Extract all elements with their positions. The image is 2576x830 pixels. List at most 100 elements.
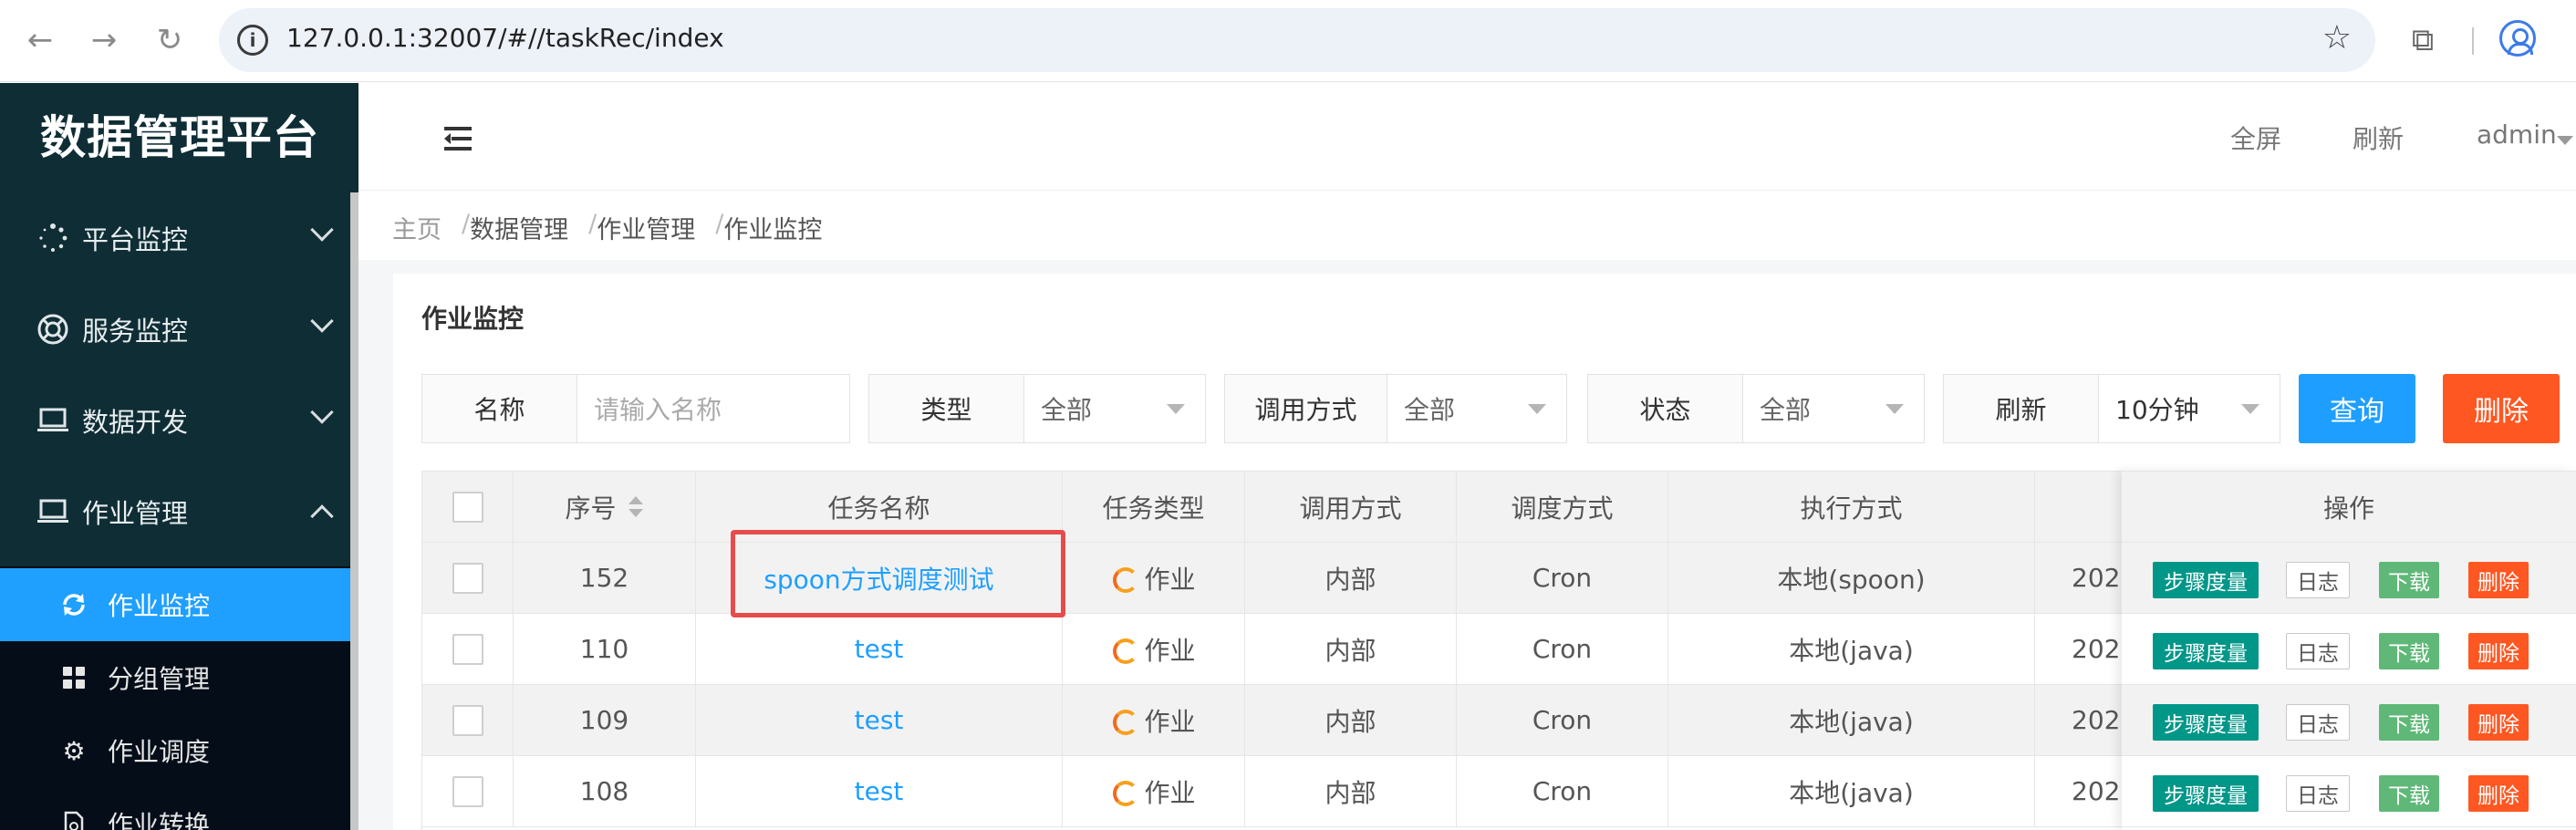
url-text[interactable]: 127.0.0.1:32007/#//taskRec/index: [286, 23, 724, 53]
grid-icon: [60, 664, 88, 691]
refresh-button[interactable]: 刷新: [2353, 119, 2404, 156]
log-button[interactable]: 日志: [2286, 633, 2350, 669]
filter-label: 类型: [869, 375, 1024, 442]
row-select-cell: [422, 543, 514, 613]
log-button[interactable]: 日志: [2286, 775, 2350, 812]
top-header: 全屏 刷新 admin: [358, 83, 2576, 191]
filter-label: 刷新: [1944, 375, 2099, 442]
forward-icon[interactable]: →: [84, 20, 124, 60]
sidebar-item-data-dev[interactable]: 数据开发: [0, 375, 350, 466]
lifebuoy-icon: [36, 313, 69, 346]
breadcrumb-separator: /: [462, 210, 471, 238]
breadcrumb-item[interactable]: 数据管理: [470, 210, 568, 245]
column-header-label: 序号: [565, 493, 617, 524]
back-icon[interactable]: ←: [20, 20, 60, 60]
breadcrumb-home[interactable]: 主页: [392, 210, 441, 245]
task-name-link[interactable]: test: [696, 685, 1063, 755]
column-header-exec: 执行方式: [1668, 472, 2035, 542]
file-icon: [60, 810, 88, 830]
sidebar-scrollbar[interactable]: [350, 192, 358, 830]
row-delete-button[interactable]: 删除: [2468, 562, 2529, 598]
select-all-checkbox[interactable]: [452, 491, 483, 523]
step-metrics-button[interactable]: 步骤度量: [2153, 704, 2259, 741]
step-metrics-button[interactable]: 步骤度量: [2153, 562, 2259, 598]
fullscreen-button[interactable]: 全屏: [2230, 119, 2281, 156]
sidebar: 数据管理平台 平台监控 服务监控 数据开发 作业管理 作业监控 分组管理 ⚙ 作…: [0, 83, 358, 830]
sidebar-subitem-label: 分组管理: [108, 664, 211, 694]
sidebar-subitem-job-transform[interactable]: 作业转换: [0, 787, 350, 830]
breadcrumb: 主页 / 数据管理 / 作业管理 / 作业监控: [392, 210, 822, 245]
breadcrumb-separator: /: [715, 210, 724, 238]
row-delete-button[interactable]: 删除: [2468, 775, 2529, 812]
schedule-cell: Cron: [1457, 614, 1668, 684]
task-type-label: 作业: [1144, 706, 1196, 737]
sidebar-item-label: 数据开发: [82, 407, 189, 438]
column-header-id[interactable]: 序号: [514, 472, 696, 542]
site-info-icon[interactable]: i: [237, 25, 268, 56]
ops-row: 步骤度量 日志 下载 删除: [2122, 756, 2576, 827]
download-button[interactable]: 下载: [2379, 633, 2439, 669]
profile-icon[interactable]: [2499, 20, 2536, 57]
row-checkbox[interactable]: [452, 775, 483, 807]
sidebar-subitem-job-monitor[interactable]: 作业监控: [0, 568, 350, 641]
breadcrumb-item[interactable]: 作业管理: [597, 210, 695, 245]
chevron-down-icon: [310, 400, 334, 424]
column-header-ops: 操作: [2122, 472, 2576, 543]
sidebar-subitem-label: 作业监控: [108, 591, 211, 621]
extensions-icon[interactable]: ⧉: [2401, 18, 2445, 62]
app-logo: 数据管理平台: [40, 111, 319, 164]
sidebar-subitem-group-manage[interactable]: 分组管理: [0, 641, 350, 714]
reload-icon[interactable]: ↻: [150, 20, 190, 60]
caret-down-icon[interactable]: [2241, 404, 2259, 414]
task-name-link[interactable]: test: [696, 614, 1063, 684]
sidebar-item-service-monitor[interactable]: 服务监控: [0, 284, 350, 375]
breadcrumb-current: 作业监控: [723, 216, 823, 244]
sidebar-item-job-manage[interactable]: 作业管理: [0, 466, 350, 557]
select-all-cell: [422, 472, 514, 542]
row-delete-button[interactable]: 删除: [2468, 704, 2529, 741]
log-button[interactable]: 日志: [2286, 562, 2350, 598]
collapse-menu-icon[interactable]: [444, 127, 472, 150]
row-id: 108: [514, 756, 696, 826]
task-name-link[interactable]: test: [696, 756, 1063, 826]
sidebar-subitem-job-schedule[interactable]: ⚙ 作业调度: [0, 714, 350, 787]
row-checkbox[interactable]: [452, 562, 483, 594]
sidebar-item-label: 服务监控: [82, 316, 189, 347]
row-delete-button[interactable]: 删除: [2468, 633, 2529, 669]
task-type-cell: 作业: [1063, 685, 1245, 755]
refresh-filter: 刷新 10分钟: [1943, 374, 2280, 443]
row-checkbox[interactable]: [452, 633, 483, 665]
download-button[interactable]: 下载: [2379, 562, 2439, 598]
breadcrumb-separator: /: [588, 210, 597, 238]
invoke-cell: 内部: [1245, 756, 1457, 826]
caret-down-icon[interactable]: [1885, 404, 1904, 414]
row-id: 109: [514, 685, 696, 755]
toolbar-separator: [2472, 27, 2474, 55]
user-menu[interactable]: admin: [2477, 119, 2557, 150]
sort-icon[interactable]: [628, 495, 644, 519]
caret-down-icon[interactable]: [1167, 404, 1185, 414]
download-button[interactable]: 下载: [2379, 704, 2439, 741]
bookmark-star-icon[interactable]: ☆: [2322, 19, 2352, 57]
step-metrics-button[interactable]: 步骤度量: [2153, 633, 2259, 669]
row-checkbox[interactable]: [452, 704, 483, 736]
row-select-cell: [422, 756, 514, 826]
caret-down-icon[interactable]: [1528, 404, 1546, 414]
step-metrics-button[interactable]: 步骤度量: [2153, 775, 2259, 812]
exec-cell: 本地(java): [1668, 756, 2035, 826]
caret-down-icon[interactable]: [2557, 136, 2573, 145]
task-type-cell: 作业: [1063, 543, 1245, 613]
task-type-label: 作业: [1144, 777, 1196, 808]
filter-label: 名称: [422, 375, 577, 442]
loading-dots-icon: [36, 222, 69, 254]
name-input[interactable]: 请输入名称: [577, 375, 849, 442]
ops-row: 步骤度量 日志 下载 删除: [2122, 543, 2576, 614]
log-button[interactable]: 日志: [2286, 704, 2350, 741]
ops-row: 步骤度量 日志 下载 删除: [2122, 614, 2576, 685]
download-button[interactable]: 下载: [2379, 775, 2439, 812]
sidebar-item-platform-monitor[interactable]: 平台监控: [0, 192, 350, 284]
address-bar[interactable]: i 127.0.0.1:32007/#//taskRec/index ☆: [219, 8, 2375, 72]
query-button[interactable]: 查询: [2299, 374, 2415, 443]
delete-button[interactable]: 删除: [2443, 374, 2560, 443]
ops-row: 步骤度量 日志 下载 删除: [2122, 685, 2576, 756]
